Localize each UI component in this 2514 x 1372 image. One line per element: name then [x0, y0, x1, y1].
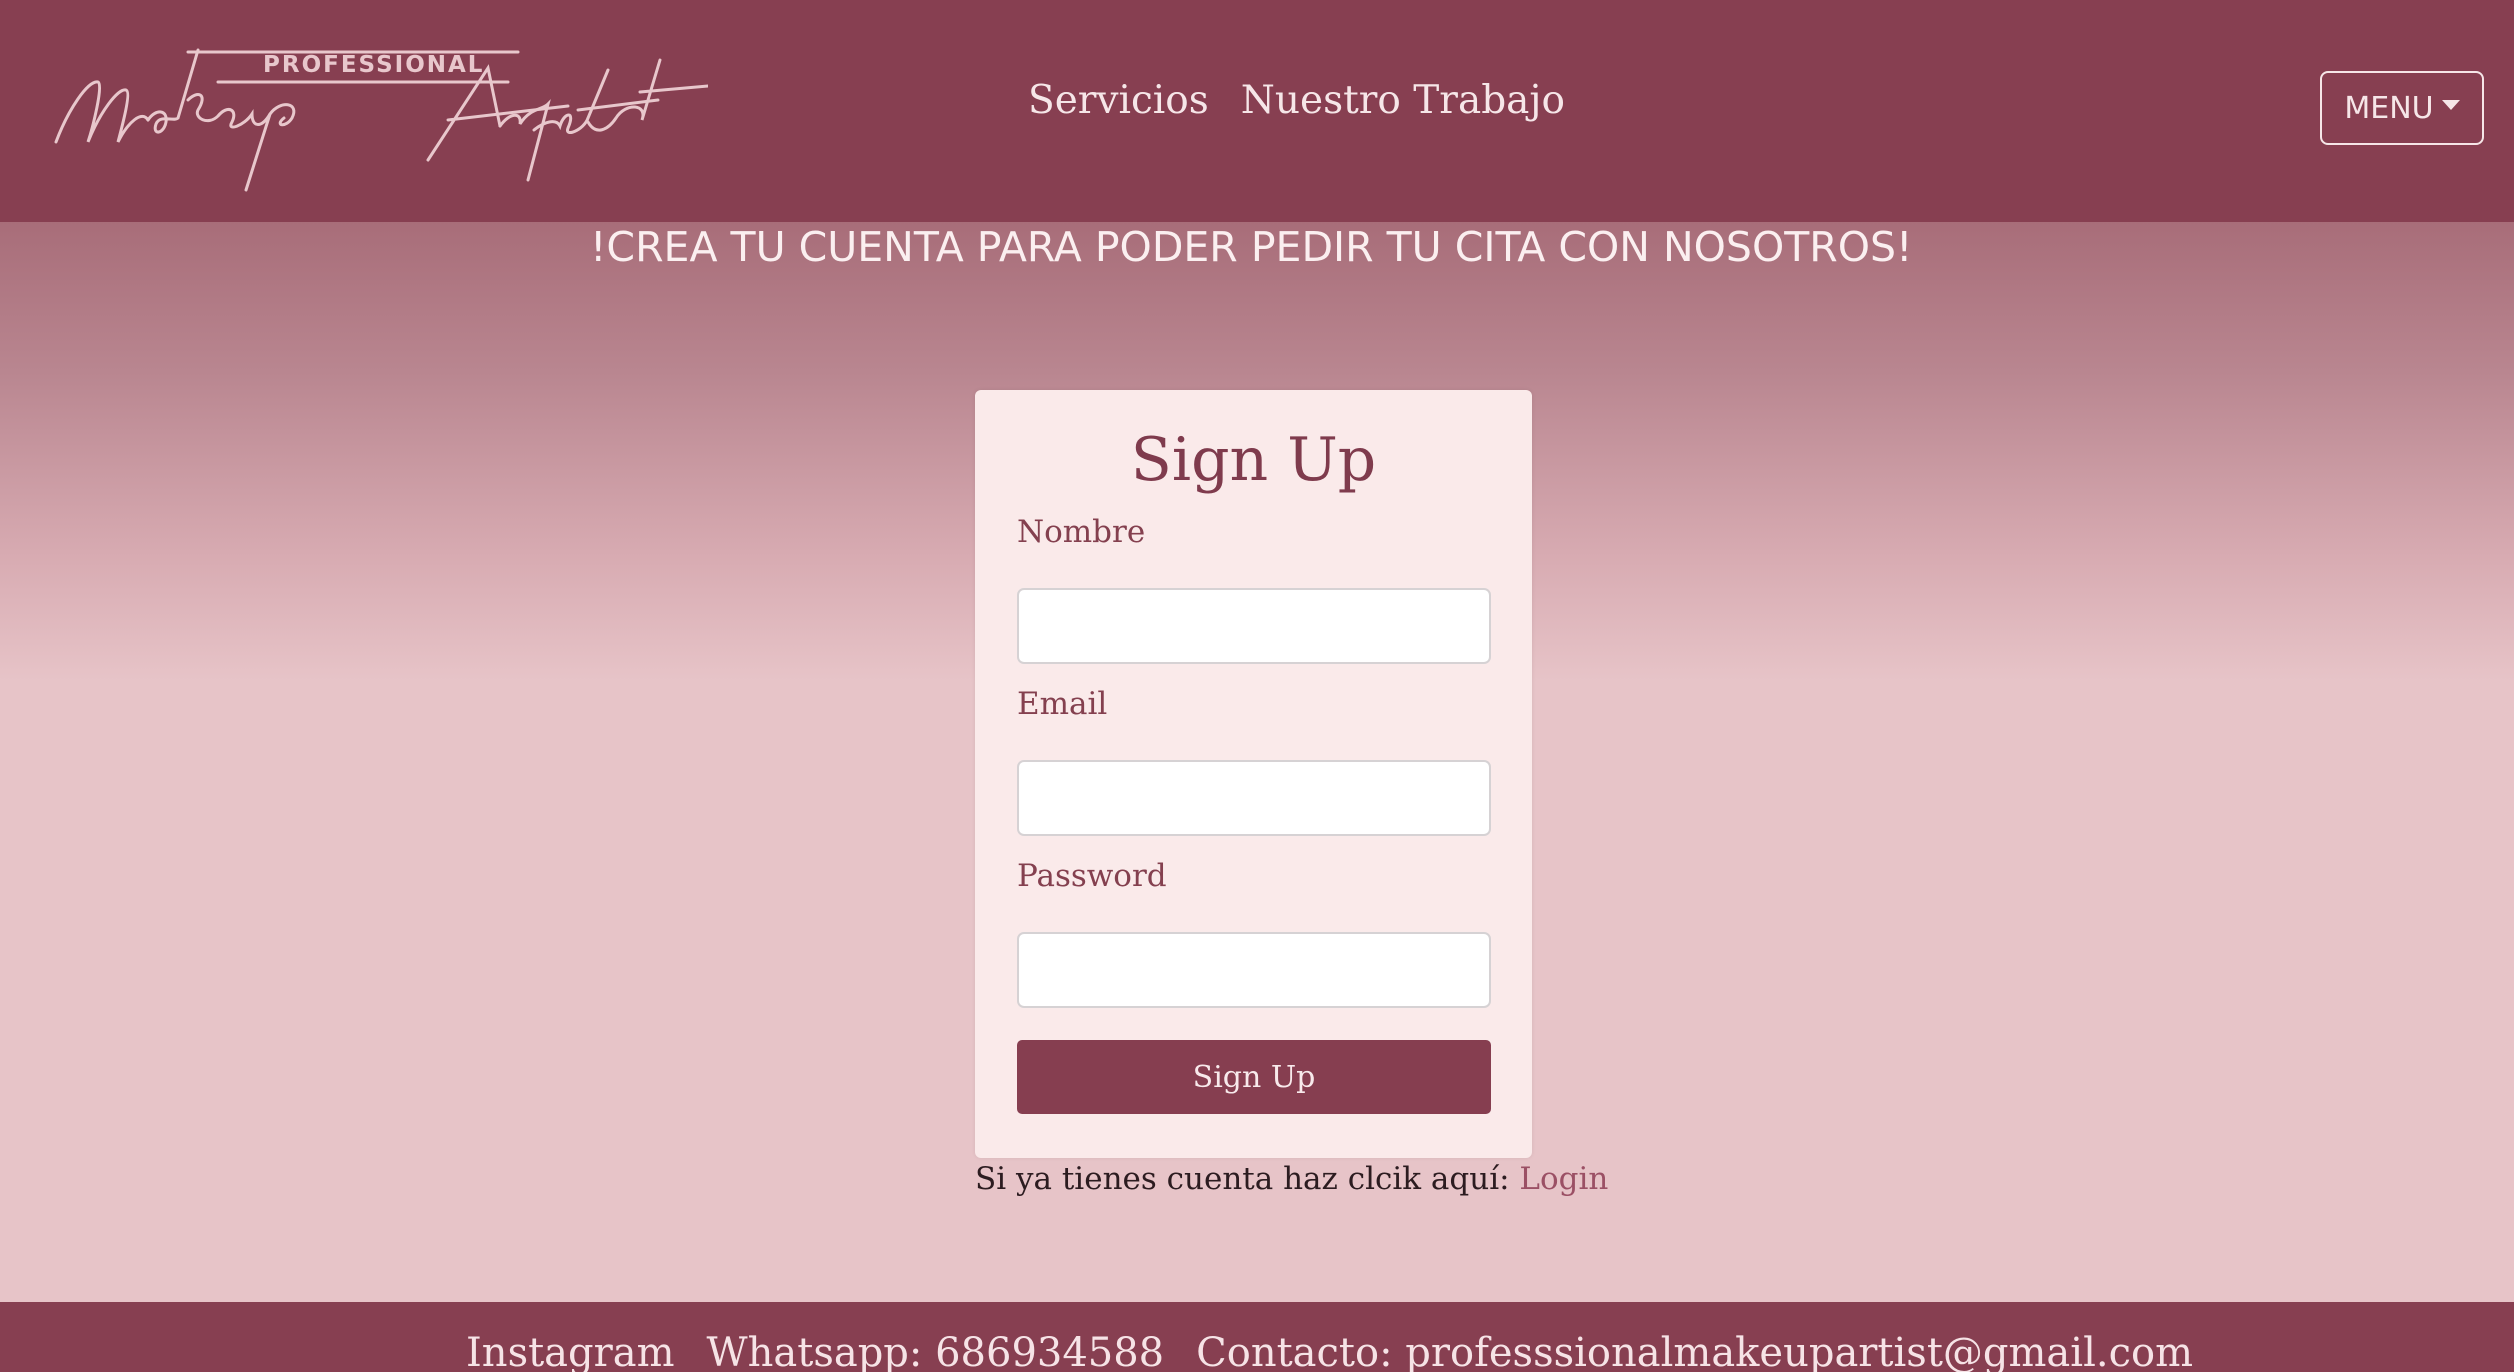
form-title: Sign Up [1130, 425, 1377, 495]
signup-headline: !CREA TU CUENTA PARA PODER PEDIR TU CITA… [590, 223, 1913, 271]
signup-submit-button[interactable]: Sign Up [1017, 1040, 1491, 1114]
email-label: Email [1017, 686, 1108, 722]
main-content: !CREA TU CUENTA PARA PODER PEDIR TU CITA… [0, 222, 2514, 1302]
footer-whatsapp-link[interactable]: Whatsapp: 686934588 [707, 1328, 1165, 1372]
site-footer: Instagram Whatsapp: 686934588 Contacto: … [0, 1302, 2514, 1372]
password-label: Password [1017, 858, 1167, 894]
footer-contact-link[interactable]: Contacto: professsionalmakeupartist@gmai… [1196, 1328, 2193, 1372]
nombre-label: Nombre [1017, 514, 1146, 550]
email-input[interactable] [1017, 760, 1491, 836]
logo-professional-text: PROFESSIONAL [263, 52, 485, 78]
login-link[interactable]: Login [1519, 1161, 1608, 1197]
nav-link-servicios[interactable]: Servicios [1028, 78, 1209, 123]
nombre-input[interactable] [1017, 588, 1491, 664]
signup-form-card: Sign Up Nombre Email Password Sign Up [975, 390, 1532, 1158]
main-nav: Servicios Nuestro Trabajo [1028, 78, 1565, 123]
makeup-artist-logo[interactable]: PROFESSIONAL [48, 30, 710, 200]
caret-down-icon [2441, 100, 2460, 110]
menu-dropdown-button[interactable]: MENU [2320, 71, 2484, 145]
site-header: PROFESSIONAL Servicios Nuestro Trabajo M… [0, 0, 2514, 222]
footer-instagram-link[interactable]: Instagram [466, 1328, 675, 1372]
login-prompt: Si ya tienes cuenta haz clcik aquí: Logi… [975, 1157, 1608, 1201]
login-prompt-text: Si ya tienes cuenta haz clcik aquí: [975, 1161, 1520, 1197]
footer-links: Instagram Whatsapp: 686934588 Contacto: … [466, 1328, 2193, 1372]
menu-button-label: MENU [2344, 90, 2434, 126]
nav-link-nuestro-trabajo[interactable]: Nuestro Trabajo [1241, 78, 1565, 123]
headline-container: !CREA TU CUENTA PARA PODER PEDIR TU CITA… [0, 222, 2514, 272]
password-input[interactable] [1017, 932, 1491, 1008]
